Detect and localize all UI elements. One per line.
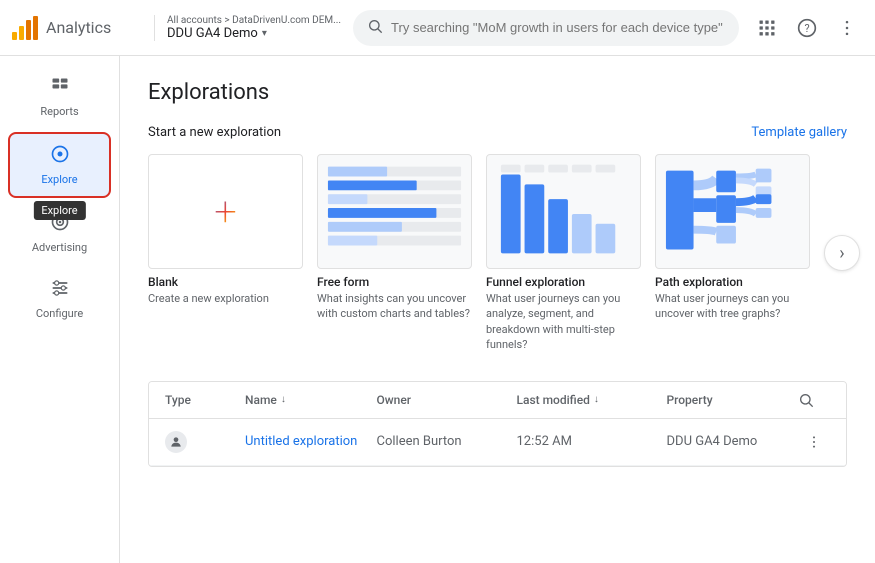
apps-icon[interactable] <box>751 12 783 44</box>
table-row: Untitled exploration Colleen Burton 12:5… <box>149 419 846 466</box>
sidebar-item-configure[interactable]: Configure <box>8 268 111 330</box>
funnel-chart-svg <box>493 159 634 262</box>
svg-text:?: ? <box>804 21 809 34</box>
advertising-label: Advertising <box>32 241 87 254</box>
sidebar: Reports Explore Explore Advertising <box>0 56 120 563</box>
col-modified: Last modified ↓ <box>517 393 667 407</box>
more-vert-icon[interactable] <box>831 12 863 44</box>
col-owner: Owner <box>377 393 517 407</box>
card-blank-title: Blank <box>148 275 303 289</box>
col-property: Property <box>667 393 799 407</box>
person-icon <box>165 431 187 453</box>
section-header: Start a new exploration Template gallery <box>148 125 847 140</box>
help-icon[interactable]: ? <box>791 12 823 44</box>
card-blank[interactable]: + Blank Create a new exploration <box>148 154 303 353</box>
logo-bar-3 <box>26 20 31 40</box>
table-search-button[interactable] <box>798 392 830 408</box>
logo-icon <box>12 16 38 40</box>
logo-bar-4 <box>33 16 38 40</box>
col-name: Name ↓ <box>245 393 377 407</box>
card-funnel-title: Funnel exploration <box>486 275 641 289</box>
sidebar-item-reports[interactable]: Reports <box>8 66 111 128</box>
path-chart-svg <box>662 160 803 263</box>
col-type: Type <box>165 393 245 407</box>
sidebar-item-explore[interactable]: Explore Explore <box>8 132 111 198</box>
card-path-desc: What user journeys can you uncover with … <box>655 291 810 322</box>
page-title: Explorations <box>148 80 847 105</box>
card-path-title: Path exploration <box>655 275 810 289</box>
configure-icon <box>50 278 70 303</box>
app-header: Analytics All accounts > DataDrivenU.com… <box>0 0 875 56</box>
freeform-chart-svg <box>324 160 465 263</box>
card-path-image <box>655 154 810 269</box>
row-menu-button[interactable] <box>798 434 830 450</box>
chevron-down-icon: ▾ <box>262 28 267 39</box>
card-freeform-image <box>317 154 472 269</box>
explore-icon <box>50 144 70 169</box>
row-name[interactable]: Untitled exploration <box>245 434 377 449</box>
explore-label: Explore <box>41 173 77 186</box>
search-input[interactable] <box>391 20 725 35</box>
account-name-dropdown[interactable]: DDU GA4 Demo ▾ <box>167 26 341 41</box>
card-funnel-image <box>486 154 641 269</box>
reports-icon <box>50 76 70 101</box>
search-bar[interactable] <box>353 10 739 46</box>
plus-icon: + <box>214 188 237 235</box>
logo-bar-1 <box>12 32 17 40</box>
explore-tooltip: Explore <box>33 201 85 220</box>
card-freeform[interactable]: Free form What insights can you uncover … <box>317 154 472 353</box>
carousel-next-button[interactable]: › <box>824 235 860 271</box>
account-info: All accounts > DataDrivenU.com DEM... DD… <box>154 15 341 41</box>
cards-row: + Blank Create a new exploration <box>148 154 847 353</box>
row-type-icon <box>165 431 245 453</box>
template-gallery-link[interactable]: Template gallery <box>751 125 847 140</box>
header-actions: ? <box>751 12 863 44</box>
search-icon <box>367 18 383 38</box>
modified-sort-icon[interactable]: ↓ <box>594 394 599 405</box>
main-content: Explorations Start a new exploration Tem… <box>120 56 875 563</box>
configure-label: Configure <box>36 307 83 320</box>
app-name: Analytics <box>46 18 111 37</box>
card-freeform-desc: What insights can you uncover with custo… <box>317 291 472 322</box>
name-sort-icon[interactable]: ↓ <box>281 394 286 405</box>
section-subtitle: Start a new exploration <box>148 125 281 140</box>
card-path[interactable]: Path exploration What user journeys can … <box>655 154 810 353</box>
reports-label: Reports <box>40 105 78 118</box>
explorations-table: Type Name ↓ Owner Last modified ↓ Proper… <box>148 381 847 467</box>
card-blank-image: + <box>148 154 303 269</box>
row-modified: 12:52 AM <box>517 434 667 449</box>
row-property: DDU GA4 Demo <box>667 434 799 449</box>
logo-area: Analytics <box>12 16 142 40</box>
card-freeform-title: Free form <box>317 275 472 289</box>
card-blank-desc: Create a new exploration <box>148 291 303 306</box>
logo-bar-2 <box>19 26 24 40</box>
card-funnel[interactable]: Funnel exploration What user journeys ca… <box>486 154 641 353</box>
card-funnel-desc: What user journeys can you analyze, segm… <box>486 291 641 353</box>
account-breadcrumb: All accounts > DataDrivenU.com DEM... <box>167 15 341 26</box>
row-owner: Colleen Burton <box>377 434 517 449</box>
body-area: Reports Explore Explore Advertising <box>0 56 875 563</box>
table-header: Type Name ↓ Owner Last modified ↓ Proper… <box>149 382 846 419</box>
